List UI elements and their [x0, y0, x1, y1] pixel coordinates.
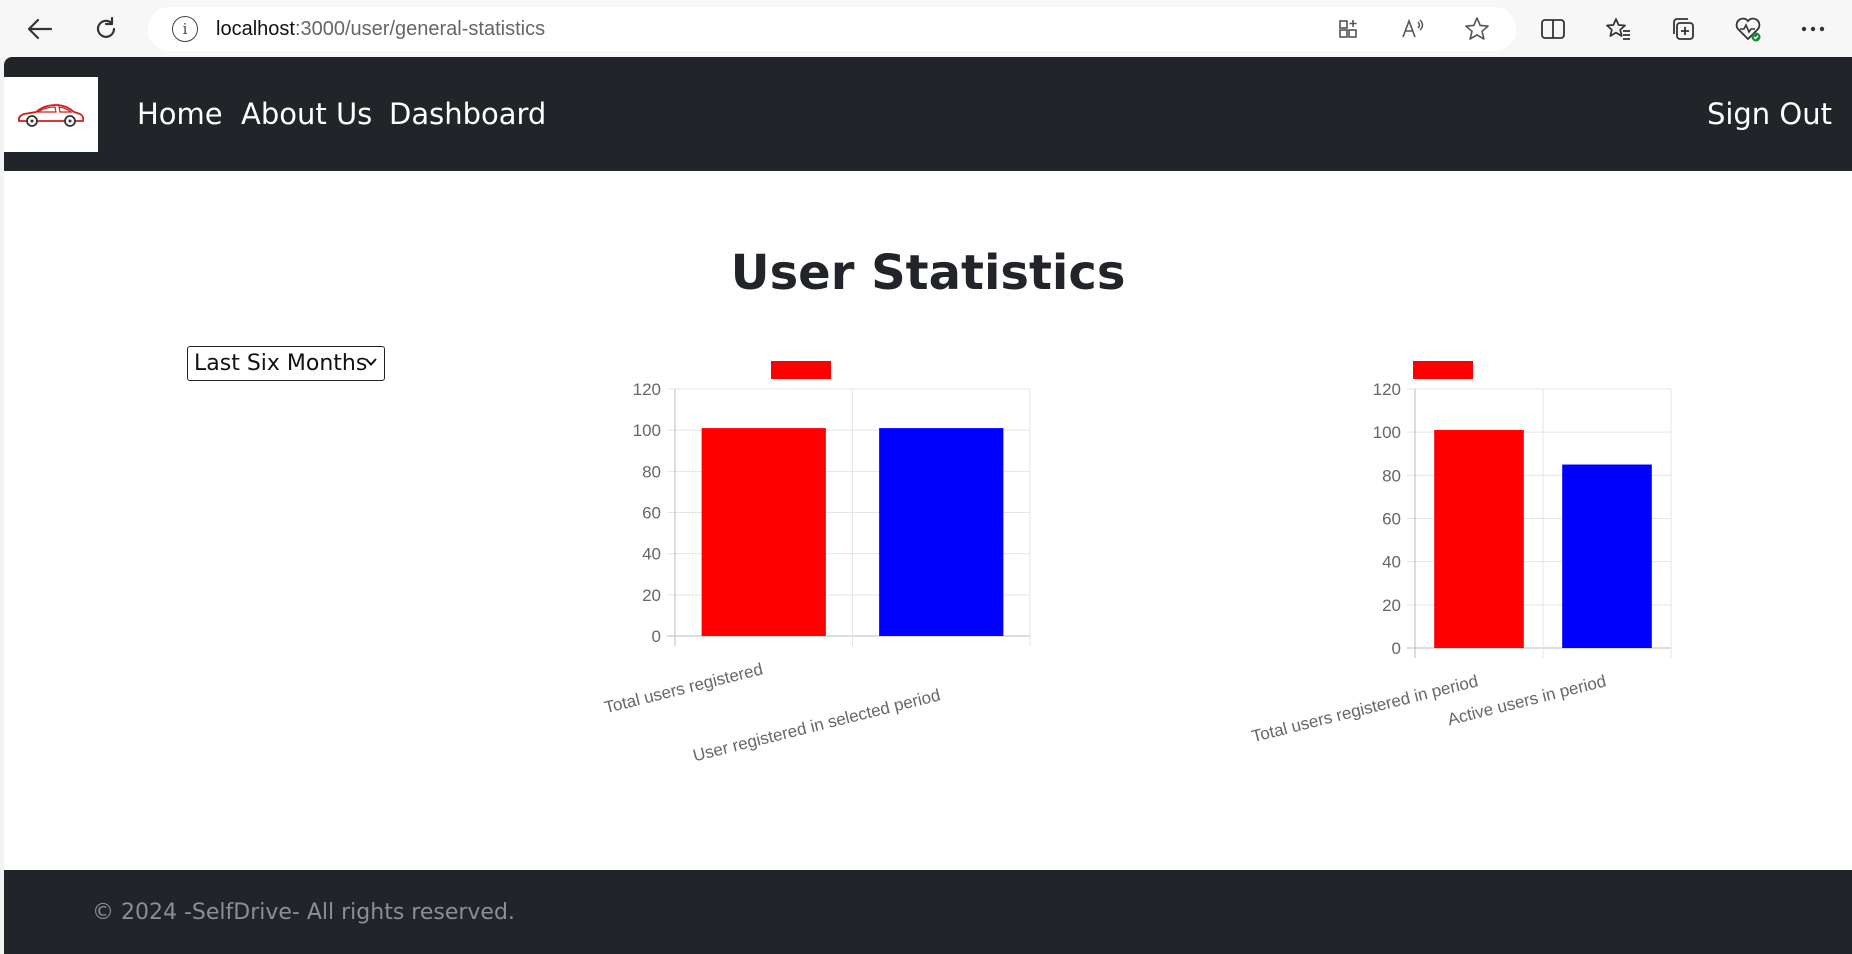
y-tick-label: 40: [1382, 553, 1401, 572]
page-title: User Statistics: [730, 245, 1126, 301]
y-tick-label: 80: [642, 462, 661, 481]
legend-swatch: [1413, 361, 1473, 379]
y-tick-label: 80: [1382, 466, 1401, 485]
period-select-value: Last Six Months: [194, 351, 368, 376]
y-tick-label: 120: [633, 380, 661, 399]
y-tick-label: 60: [1382, 510, 1401, 529]
url-path: :3000/user/general-statistics: [294, 17, 546, 40]
logo[interactable]: [4, 77, 98, 152]
y-tick-label: 120: [1373, 380, 1401, 399]
favorite-star-icon[interactable]: [1458, 10, 1496, 48]
refresh-icon[interactable]: [87, 10, 125, 48]
y-tick-label: 100: [1373, 423, 1401, 442]
period-select[interactable]: Last Six Months: [187, 346, 385, 381]
chevron-down-icon: [365, 358, 377, 366]
collections-icon[interactable]: [1664, 10, 1702, 48]
sign-out-link[interactable]: Sign Out: [1707, 97, 1832, 131]
read-aloud-icon[interactable]: [1394, 10, 1432, 48]
site-info-icon[interactable]: i: [172, 16, 198, 42]
x-category-label: Total users registered: [602, 659, 764, 717]
total-vs-period-bar-chart: 0 20 40 60 80 100 120 Total users registeredUse…: [602, 361, 1031, 765]
nav-about-us-link[interactable]: About Us: [241, 97, 372, 131]
split-screen-icon[interactable]: [1534, 10, 1572, 48]
more-options-icon[interactable]: [1794, 10, 1832, 48]
x-category-label: Total users registered in period: [1250, 671, 1480, 746]
top-navbar: Home About Us Dashboard Sign Out: [4, 57, 1852, 171]
browser-essentials-icon[interactable]: [1729, 10, 1767, 48]
period-vs-active-bar-chart: 0 20 40 60 80 100 120 Total users registered in…: [1250, 361, 1672, 746]
x-category-label: User registered in selected period: [691, 685, 942, 765]
app-available-icon[interactable]: [1330, 10, 1368, 48]
bar-1: [879, 428, 1004, 636]
nav-home-link[interactable]: Home: [137, 97, 223, 131]
nav-dashboard-link[interactable]: Dashboard: [389, 97, 546, 131]
y-tick-label: 20: [1382, 596, 1401, 615]
address-bar[interactable]: i localhost:3000/user/general-statistics: [148, 7, 1516, 51]
url-host: localhost: [216, 17, 295, 40]
y-tick-label: 100: [633, 421, 661, 440]
url-text[interactable]: localhost:3000/user/general-statistics: [216, 18, 545, 41]
y-tick-label: 40: [642, 545, 661, 564]
back-arrow-icon[interactable]: [21, 10, 59, 48]
bar-1: [1562, 464, 1652, 648]
footer: © 2024 -SelfDrive- All rights reserved.: [4, 870, 1852, 954]
y-tick-label: 0: [1392, 639, 1401, 658]
browser-toolbar: i localhost:3000/user/general-statistics: [0, 0, 1852, 57]
copyright-text: © 2024 -SelfDrive- All rights reserved.: [92, 900, 515, 925]
y-tick-label: 0: [652, 627, 661, 646]
bar-0: [1434, 430, 1524, 648]
legend-swatch: [771, 361, 831, 379]
y-tick-label: 60: [642, 504, 661, 523]
favorites-icon[interactable]: [1599, 10, 1637, 48]
page-viewport: Home About Us Dashboard Sign Out User St…: [4, 57, 1852, 954]
car-logo-icon: [17, 103, 85, 127]
y-tick-label: 20: [642, 586, 661, 605]
bar-0: [701, 428, 826, 636]
